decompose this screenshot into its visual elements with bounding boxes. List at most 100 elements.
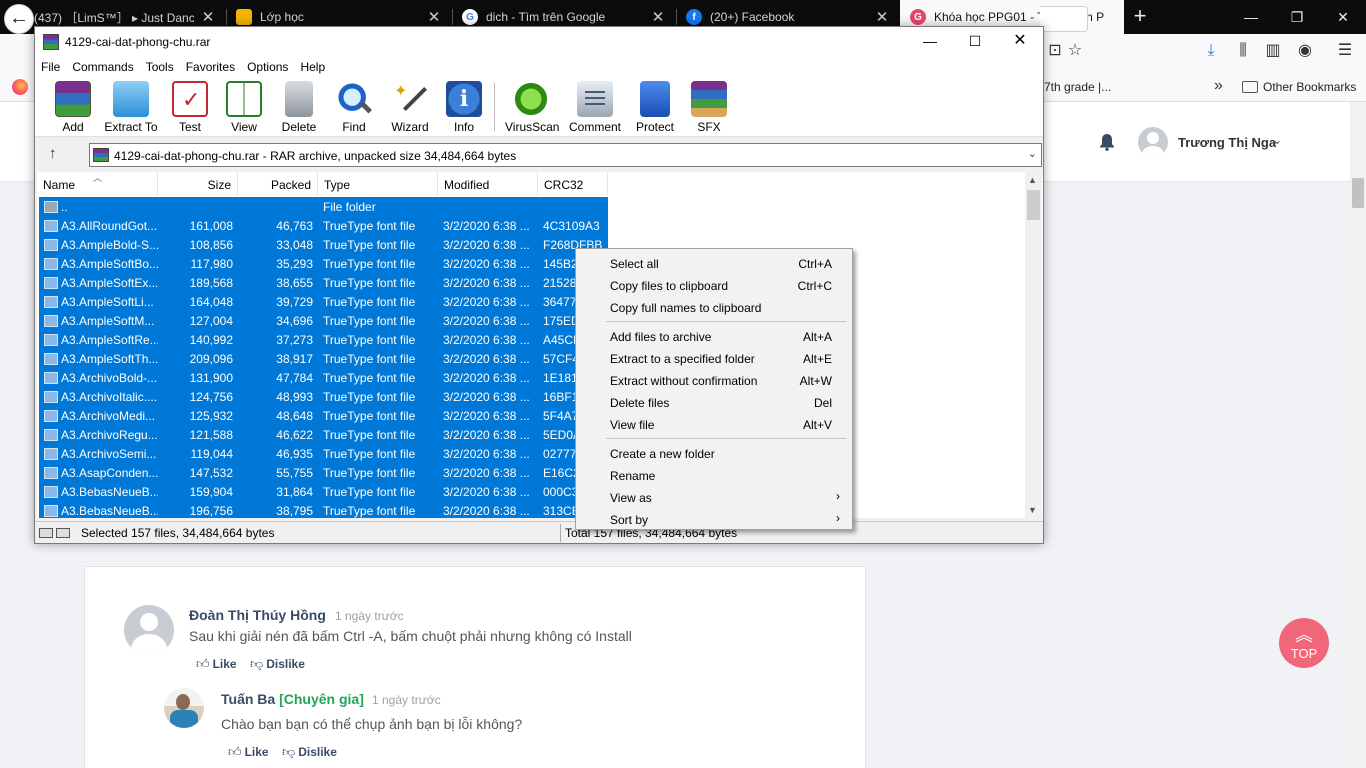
scroll-up-icon[interactable]: ▲ [1028, 175, 1037, 185]
menu-options[interactable]: Options [241, 57, 294, 77]
table-row[interactable]: A3.AmpleSoftBo... 117,980 35,293 TrueType f… [39, 254, 608, 273]
winrar-title-bar[interactable]: 4129-cai-dat-phong-chu.rar — ☐ ✕ [35, 27, 1043, 57]
comment-button[interactable]: Comment [567, 81, 623, 135]
test-button[interactable]: Test [171, 81, 209, 135]
url-bar[interactable] [1040, 6, 1088, 32]
menu-item-extract-to-a-specified-folder[interactable]: Extract to a specified folder Alt+E [578, 347, 850, 369]
column-type[interactable]: Type [318, 172, 438, 196]
table-row[interactable]: A3.ArchivoBold-... 131,900 47,784 TrueType … [39, 368, 608, 387]
menu-item-copy-full-names-to-clipboard[interactable]: Copy full names to clipboard [578, 296, 850, 318]
scroll-top-button[interactable]: ︽ TOP [1279, 618, 1329, 668]
pocket-icon[interactable]: ⊡ [1044, 40, 1066, 62]
sidebar-icon[interactable]: ▥ [1262, 40, 1284, 62]
table-row[interactable]: A3.AmpleSoftTh... 209,096 38,917 TrueType f… [39, 349, 608, 368]
menu-item-extract-without-confirmation[interactable]: Extract without confirmation Alt+W [578, 369, 850, 391]
menu-item-add-files-to-archive[interactable]: Add files to archive Alt+A [578, 325, 850, 347]
scrollbar-thumb[interactable] [1027, 190, 1040, 220]
file-list-scrollbar[interactable]: ▲ ▼ [1025, 172, 1042, 518]
like-button[interactable]: 👍︎ Like [196, 656, 237, 672]
bookmark-star-icon[interactable]: ☆ [1064, 40, 1086, 62]
other-bookmarks[interactable]: Other Bookmarks [1242, 80, 1356, 94]
view-button[interactable]: View [222, 81, 266, 135]
table-row[interactable]: A3.ArchivoMedi... 125,932 48,648 TrueType f… [39, 406, 608, 425]
add-button[interactable]: Add [53, 81, 93, 135]
menu-tools[interactable]: Tools [140, 57, 180, 77]
table-row[interactable]: A3.AmpleSoftM... 127,004 34,696 TrueType fo… [39, 311, 608, 330]
close-icon[interactable]: ✕ [200, 8, 216, 26]
close-icon[interactable]: ✕ [997, 27, 1043, 57]
menu-commands[interactable]: Commands [66, 57, 139, 77]
table-row[interactable]: A3.AmpleSoftRe... 140,992 37,273 TrueType f… [39, 330, 608, 349]
user-name[interactable]: Trương Thị Nga [1178, 135, 1276, 150]
up-arrow-icon[interactable]: ↑ [49, 145, 57, 162]
chevron-more-icon[interactable]: » [1214, 77, 1223, 95]
column-modified[interactable]: Modified [438, 172, 538, 196]
find-button[interactable]: Find [334, 81, 374, 135]
archive-path-dropdown[interactable]: 4129-cai-dat-phong-chu.rar - RAR archive… [89, 143, 1042, 167]
virusscan-button[interactable]: VirusScan [505, 81, 559, 135]
table-row[interactable]: A3.AmpleBold-S... 108,856 33,048 TrueType f… [39, 235, 608, 254]
extract-to-button[interactable]: Extract To [103, 81, 159, 135]
like-button[interactable]: 👍︎ Like [228, 744, 269, 760]
minimize-icon[interactable]: — [907, 27, 953, 57]
back-button[interactable]: ← [4, 4, 34, 34]
menu-file[interactable]: File [35, 57, 66, 77]
menu-item-rename[interactable]: Rename [578, 464, 850, 486]
chevron-down-icon[interactable]: ⌄ [1272, 133, 1282, 147]
page-scrollbar-thumb[interactable] [1352, 178, 1364, 208]
drive-key-icon[interactable] [39, 527, 73, 538]
table-row[interactable]: A3.ArchivoItalic.... 124,756 48,993 TrueTyp… [39, 387, 608, 406]
table-row[interactable]: .. File folder [39, 197, 608, 216]
chevron-down-icon[interactable]: ⌄ [1028, 147, 1037, 160]
menu-icon[interactable]: ☰ [1334, 40, 1356, 62]
maximize-icon[interactable]: ☐ [952, 27, 998, 57]
column-crc32[interactable]: CRC32 [538, 172, 608, 196]
bell-icon[interactable] [1099, 133, 1115, 151]
info-button[interactable]: i Info [445, 81, 483, 135]
table-row[interactable]: A3.ArchivoSemi... 119,044 46,935 TrueType f… [39, 444, 608, 463]
wizard-button[interactable]: Wizard [389, 81, 431, 135]
minimize-icon[interactable]: — [1228, 0, 1274, 34]
table-row[interactable]: A3.AllRoundGot... 161,008 46,763 TrueType f… [39, 216, 608, 235]
column-size[interactable]: Size [158, 172, 238, 196]
bookmark-item[interactable]: 7th grade |... [1044, 80, 1111, 94]
sfx-button[interactable]: SFX [689, 81, 729, 135]
delete-button[interactable]: Delete [278, 81, 320, 135]
menu-help[interactable]: Help [294, 57, 331, 77]
table-row[interactable]: A3.AmpleSoftLi... 164,048 39,729 TrueType f… [39, 292, 608, 311]
avatar[interactable] [1138, 127, 1168, 157]
scroll-down-icon[interactable]: ▼ [1028, 505, 1037, 515]
close-icon[interactable]: ✕ [426, 8, 442, 26]
close-window-icon[interactable]: ✕ [1320, 0, 1366, 34]
cell-type: TrueType font file [323, 333, 416, 347]
table-row[interactable]: A3.ArchivoRegu... 121,588 46,622 TrueType f… [39, 425, 608, 444]
close-icon[interactable]: ✕ [650, 8, 666, 26]
menu-item-create-a-new-folder[interactable]: Create a new folder [578, 442, 850, 464]
menu-item-select-all[interactable]: Select all Ctrl+A [578, 252, 850, 274]
firefox-icon[interactable] [12, 79, 28, 95]
restore-icon[interactable]: ❐ [1274, 0, 1320, 34]
protect-button[interactable]: Protect [633, 81, 677, 135]
column-packed[interactable]: Packed [238, 172, 318, 196]
library-icon[interactable]: ⫼ [1232, 40, 1254, 62]
download-icon[interactable]: ⤓ [1200, 40, 1222, 62]
menu-item-view-file[interactable]: View file Alt+V [578, 413, 850, 435]
menu-item-delete-files[interactable]: Delete files Del [578, 391, 850, 413]
new-tab-button[interactable]: + [1128, 5, 1152, 29]
comment-author[interactable]: Đoàn Thị Thúy Hồng [189, 607, 326, 623]
table-row[interactable]: A3.BebasNeueB... 159,904 31,864 TrueType fo… [39, 482, 608, 501]
file-list[interactable]: ︿ Name Size Packed Type Modified CRC32 ..… [37, 172, 1043, 518]
menu-favorites[interactable]: Favorites [180, 57, 241, 77]
table-row[interactable]: A3.AmpleSoftEx... 189,568 38,655 TrueType f… [39, 273, 608, 292]
dislike-button[interactable]: 👎︎ Dislike [282, 744, 337, 760]
column-name[interactable]: ︿ Name [37, 172, 158, 196]
dislike-button[interactable]: 👎︎ Dislike [250, 656, 305, 672]
table-row[interactable]: A3.BebasNeueB... 196,756 38,795 TrueType fo… [39, 501, 608, 518]
menu-item-sort-by[interactable]: Sort by › [578, 508, 850, 530]
table-row[interactable]: A3.AsapConden... 147,532 55,755 TrueType fo… [39, 463, 608, 482]
menu-item-copy-files-to-clipboard[interactable]: Copy files to clipboard Ctrl+C [578, 274, 850, 296]
menu-item-view-as[interactable]: View as › [578, 486, 850, 508]
account-icon[interactable]: ◉ [1294, 40, 1316, 62]
close-icon[interactable]: ✕ [874, 8, 890, 26]
comment-author[interactable]: Tuấn Ba [Chuyên gia] [221, 691, 364, 707]
